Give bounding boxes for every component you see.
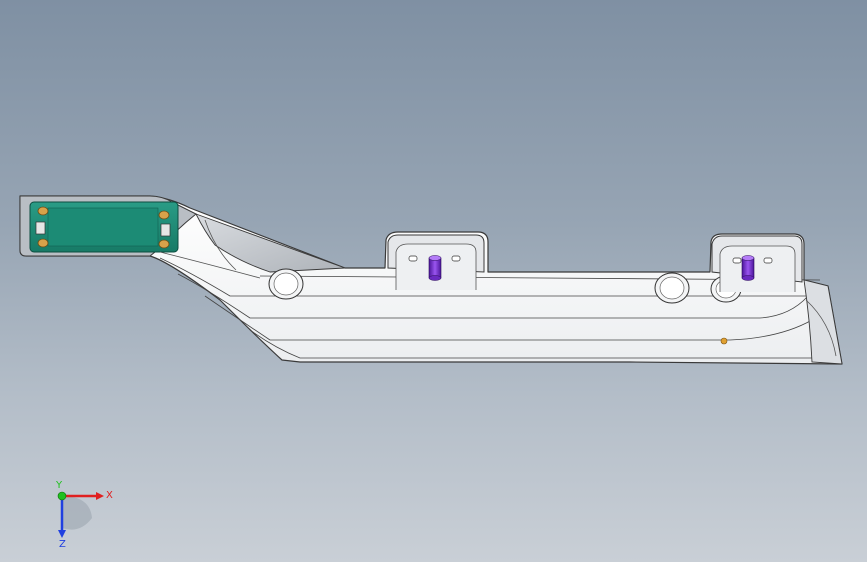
pad-slot xyxy=(160,223,171,237)
right-boss xyxy=(711,235,803,292)
pin-right[interactable] xyxy=(741,255,755,281)
pad-hole xyxy=(158,210,170,220)
coordinate-triad: X Y Z xyxy=(55,480,113,548)
3d-viewport[interactable]: X Y Z xyxy=(0,0,867,562)
triad-shadow xyxy=(62,496,92,530)
pad-slot xyxy=(35,221,46,235)
pad-hole xyxy=(158,239,170,249)
reference-point xyxy=(720,337,728,345)
pin-left[interactable] xyxy=(428,255,442,281)
mounting-pad-inner xyxy=(47,207,159,247)
pad-hole xyxy=(37,238,49,248)
pad-hole xyxy=(37,206,49,216)
x-axis-arrow xyxy=(96,492,104,500)
x-axis-label: X xyxy=(106,490,113,501)
y-axis-label: Y xyxy=(55,480,63,491)
y-axis-dot xyxy=(57,491,67,501)
z-axis-arrow xyxy=(58,530,66,538)
z-axis-label: Z xyxy=(59,539,66,548)
part-model[interactable] xyxy=(0,0,867,562)
